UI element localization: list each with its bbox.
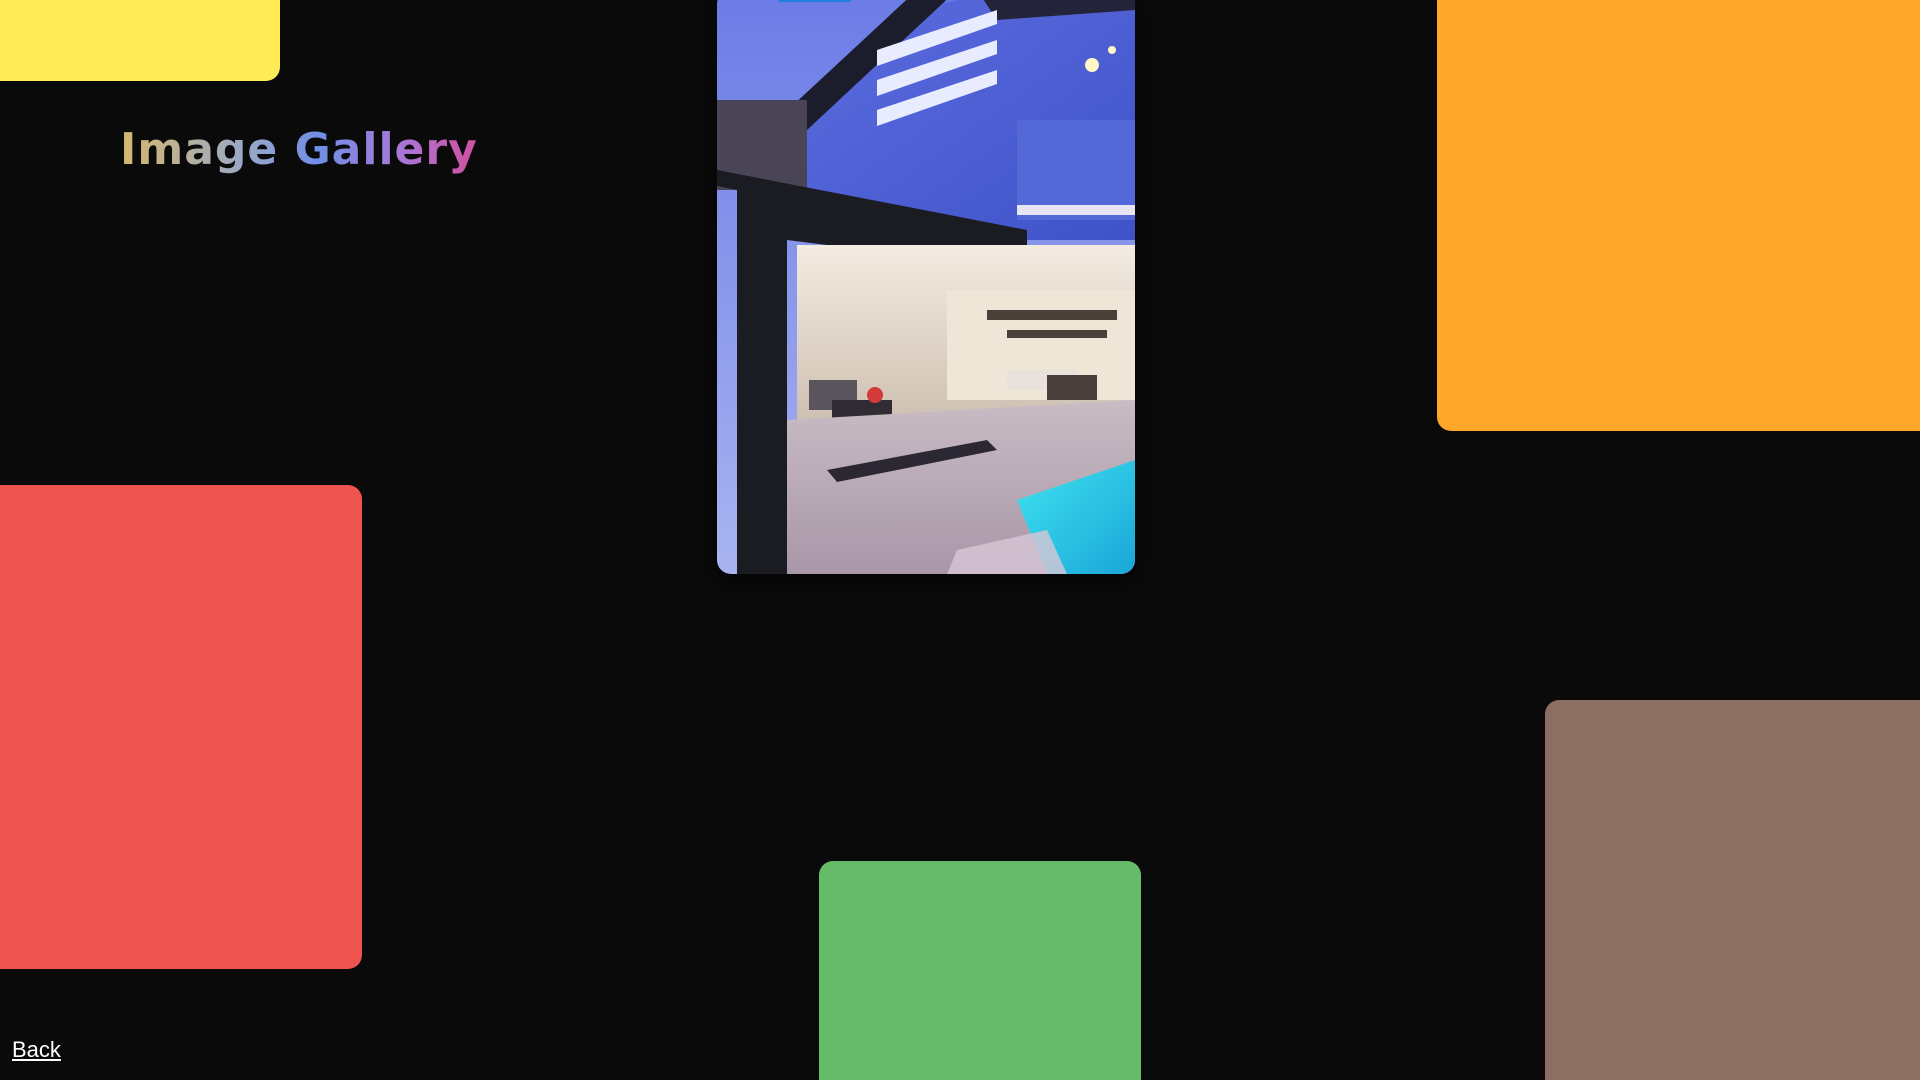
gallery-photo-house[interactable] [717, 0, 1135, 574]
page-title: Image Gallery [120, 122, 478, 178]
gallery-tile-green[interactable] [819, 861, 1141, 1080]
focus-indicator [779, 0, 851, 2]
house-photo-image [717, 0, 1135, 574]
gallery-tile-yellow[interactable] [0, 0, 280, 81]
gallery-stage: Image Gallery Back [0, 0, 1920, 1080]
gallery-tile-brown[interactable] [1545, 700, 1920, 1080]
gallery-tile-red[interactable] [0, 485, 362, 969]
gallery-tile-orange[interactable] [1437, 0, 1920, 431]
back-link[interactable]: Back [12, 1037, 61, 1063]
